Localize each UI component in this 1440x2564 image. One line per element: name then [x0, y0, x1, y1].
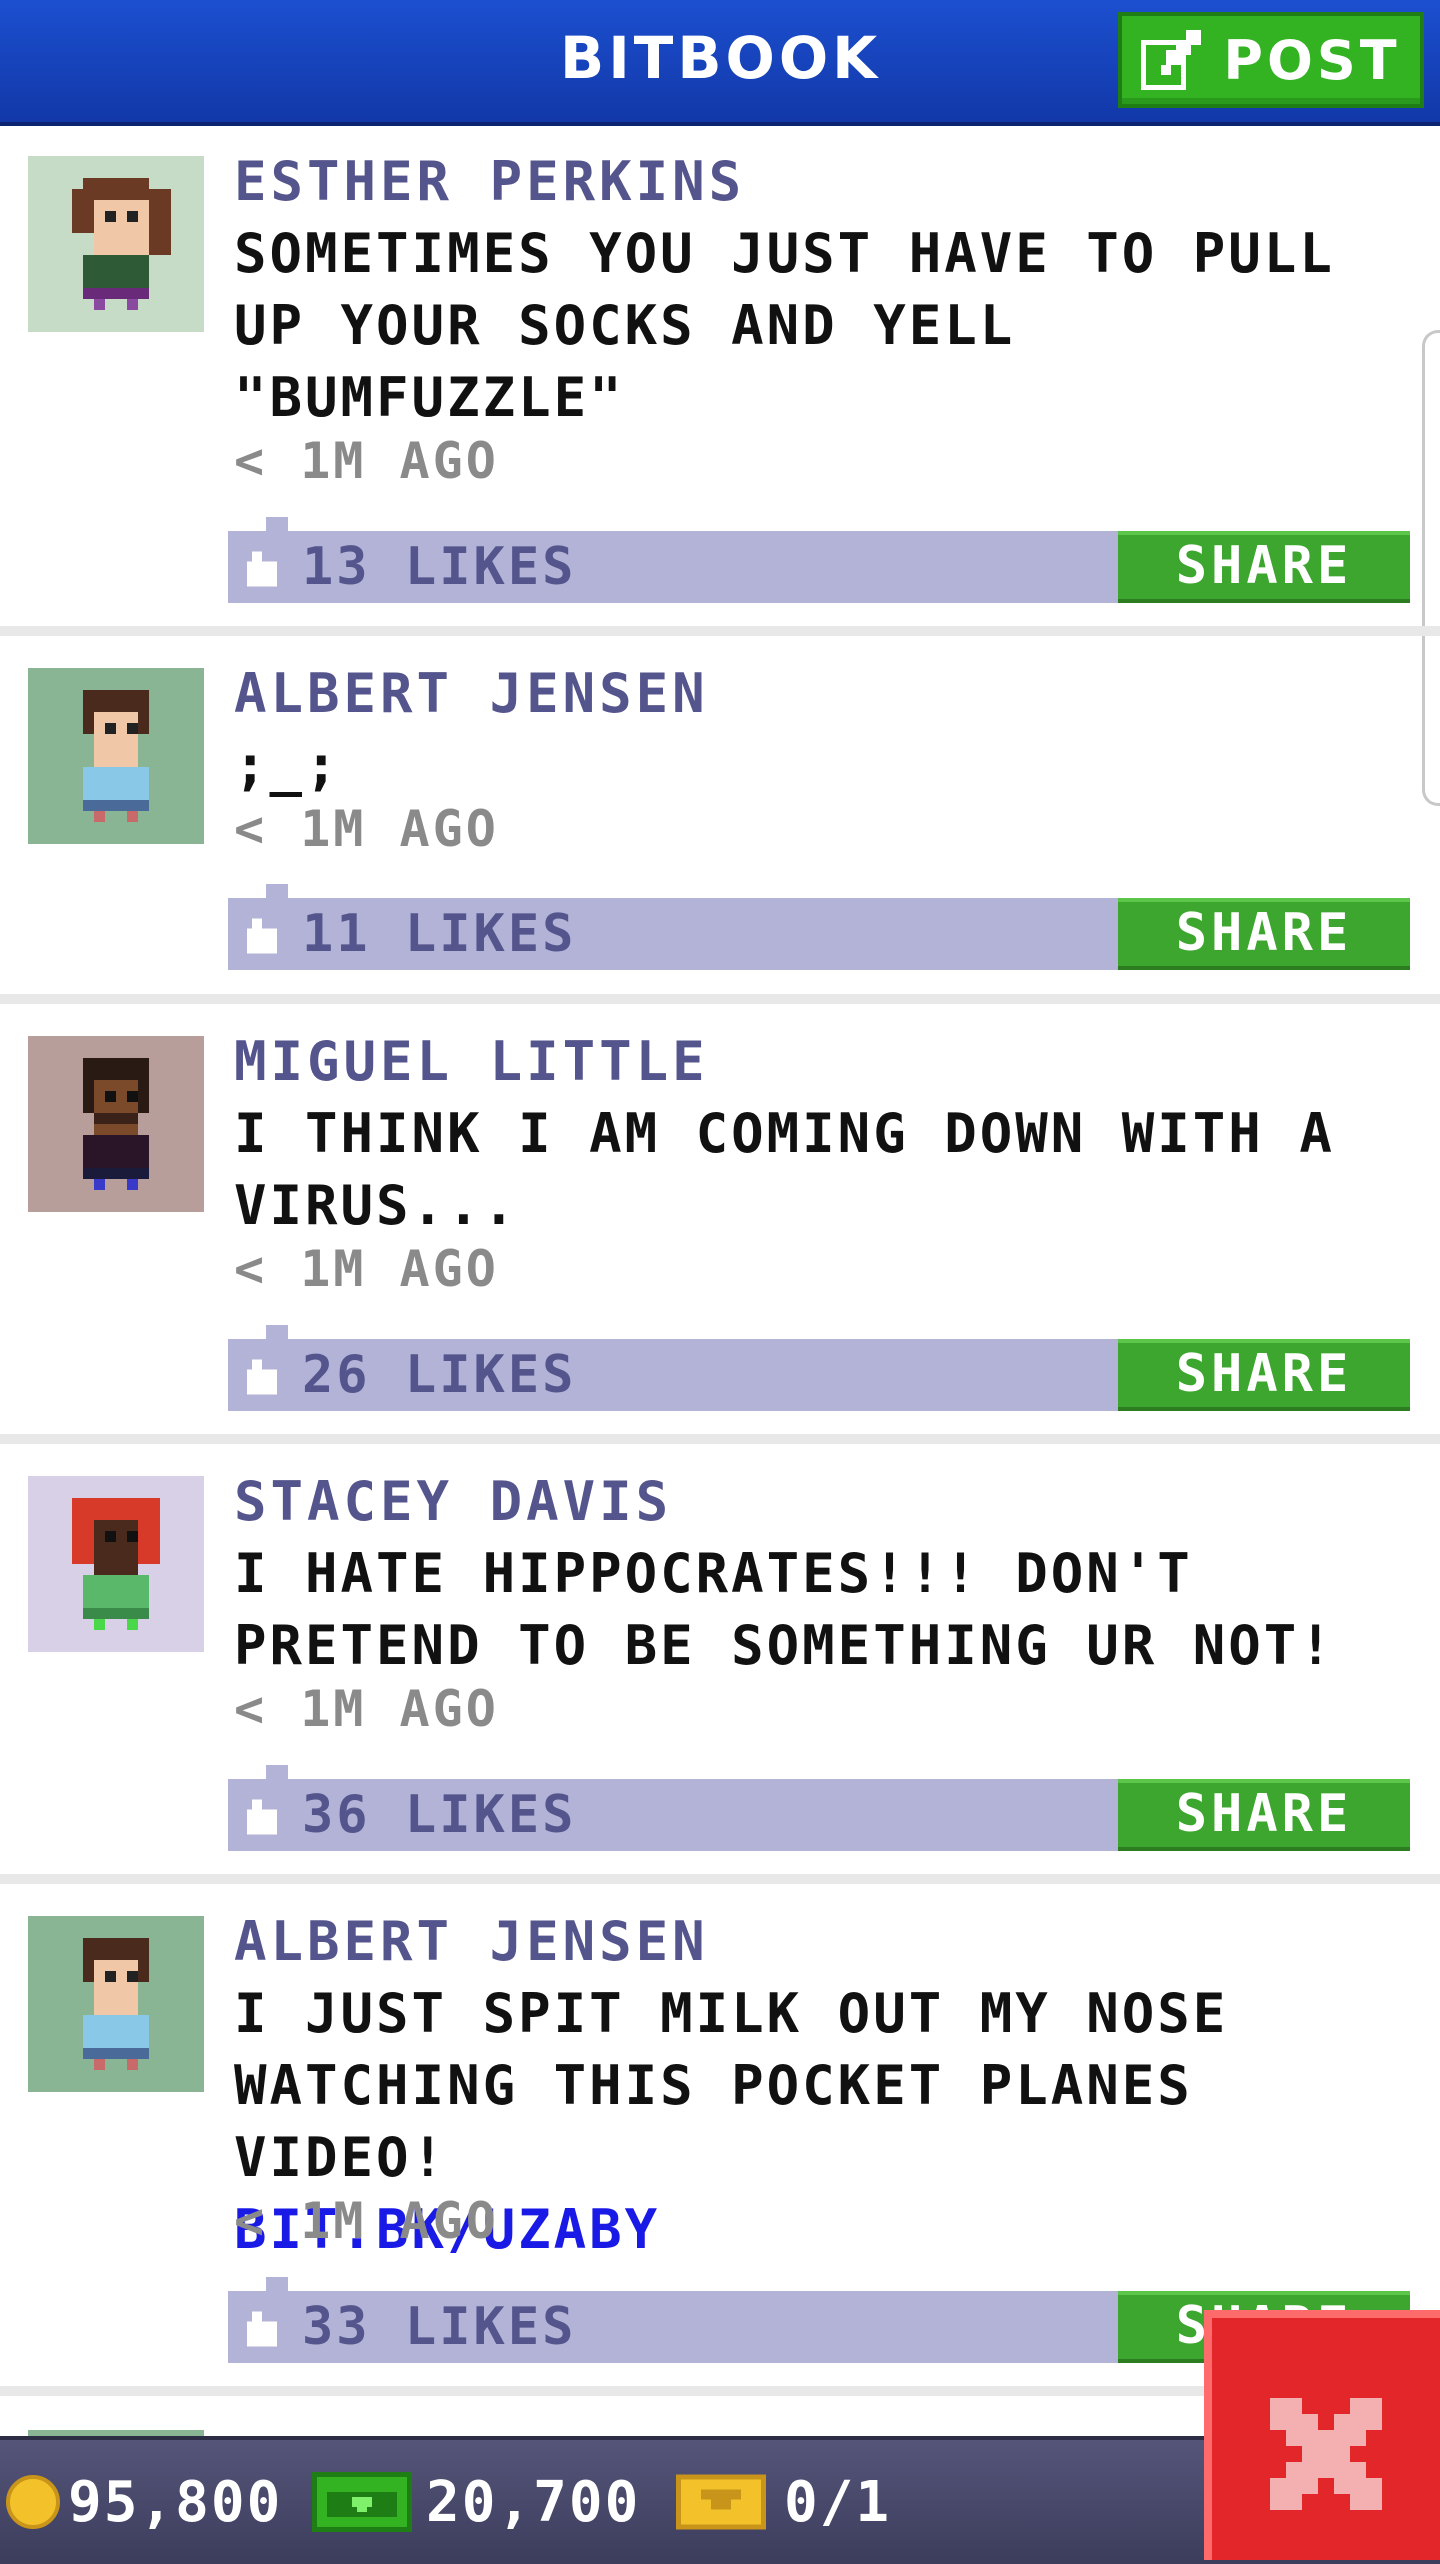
bux-count: 20,700: [426, 2469, 641, 2535]
post-author[interactable]: MIGUEL LITTLE: [234, 1030, 709, 1093]
share-button[interactable]: SHARE: [1118, 531, 1410, 603]
person-avatar-icon: [28, 1036, 204, 1212]
likes-count: 13 LIKES: [302, 537, 577, 597]
post-button[interactable]: POST: [1118, 12, 1424, 108]
tickets-stat: 0/1: [676, 2440, 891, 2564]
post-author[interactable]: ALBERT JENSEN: [234, 1910, 709, 1973]
likes-bar: 11 LIKES SHARE: [228, 884, 1410, 970]
share-button[interactable]: SHARE: [1118, 898, 1410, 970]
thumbs-up-icon[interactable]: [242, 1359, 282, 1395]
likes-bar: 36 LIKES SHARE: [228, 1765, 1410, 1851]
post-divider: [0, 1434, 1440, 1444]
post-author[interactable]: ALBERT JENSEN: [234, 662, 709, 725]
likes-count: 26 LIKES: [302, 1345, 577, 1405]
close-button[interactable]: [1204, 2310, 1440, 2560]
person-avatar-icon: [28, 668, 204, 844]
thumbs-up-icon[interactable]: [242, 1799, 282, 1835]
post-author[interactable]: STACEY DAVIS: [234, 1470, 672, 1533]
likes-count: 11 LIKES: [302, 904, 577, 964]
share-button[interactable]: SHARE: [1118, 1779, 1410, 1851]
likes-bar: 26 LIKES SHARE: [228, 1325, 1410, 1411]
coin-icon: [6, 2475, 60, 2529]
coins-stat: 95,800: [6, 2440, 282, 2564]
post-divider: [0, 626, 1440, 636]
bux-cash-icon: [312, 2472, 412, 2532]
avatar[interactable]: [28, 156, 204, 332]
post-divider: [0, 994, 1440, 1004]
close-icon: [1270, 2398, 1382, 2510]
post-message: ;_;: [234, 734, 341, 797]
thumbs-up-icon[interactable]: [242, 2311, 282, 2347]
person-avatar-icon: [28, 1916, 204, 2092]
post-message-text: I JUST SPIT MILK OUT MY NOSE WATCHING TH…: [234, 1982, 1229, 2189]
post-timestamp: < 1M AGO: [234, 432, 499, 490]
thumbs-up-icon[interactable]: [242, 551, 282, 587]
bux-stat: 20,700: [312, 2440, 640, 2564]
post-message: I HATE HIPPOCRATES!!! DON'T PRETEND TO B…: [234, 1542, 1335, 1677]
avatar[interactable]: [28, 1476, 204, 1652]
post-message: SOMETIMES YOU JUST HAVE TO PULL UP YOUR …: [234, 222, 1335, 429]
compose-icon: [1141, 30, 1202, 90]
thumbs-up-icon[interactable]: [242, 918, 282, 954]
share-button[interactable]: SHARE: [1118, 1339, 1410, 1411]
post-button-label: POST: [1223, 28, 1401, 92]
avatar[interactable]: [28, 1036, 204, 1212]
post-timestamp: < 1M AGO: [234, 800, 499, 858]
likes-count: 36 LIKES: [302, 1785, 577, 1845]
person-avatar-icon: [28, 1476, 204, 1652]
post-timestamp: < 1M AGO: [234, 1680, 499, 1738]
likes-count: 33 LIKES: [302, 2297, 577, 2357]
ticket-icon: [676, 2474, 766, 2530]
post-author[interactable]: ESTHER PERKINS: [234, 150, 745, 213]
avatar[interactable]: [28, 668, 204, 844]
scroll-indicator[interactable]: [1422, 330, 1440, 806]
post-message: I THINK I AM COMING DOWN WITH A VIRUS...: [234, 1102, 1335, 1237]
top-bar: BITBOOK POST: [0, 0, 1440, 126]
post-divider: [0, 1874, 1440, 1884]
person-avatar-icon: [28, 156, 204, 332]
coins-count: 95,800: [68, 2469, 283, 2535]
app-title: BITBOOK: [560, 24, 882, 92]
post-timestamp: < 1M AGO: [234, 1240, 499, 1298]
post-timestamp: < 1M AGO: [234, 2192, 499, 2250]
avatar[interactable]: [28, 1916, 204, 2092]
likes-bar: 13 LIKES SHARE: [228, 517, 1410, 603]
tickets-count: 0/1: [784, 2469, 892, 2535]
